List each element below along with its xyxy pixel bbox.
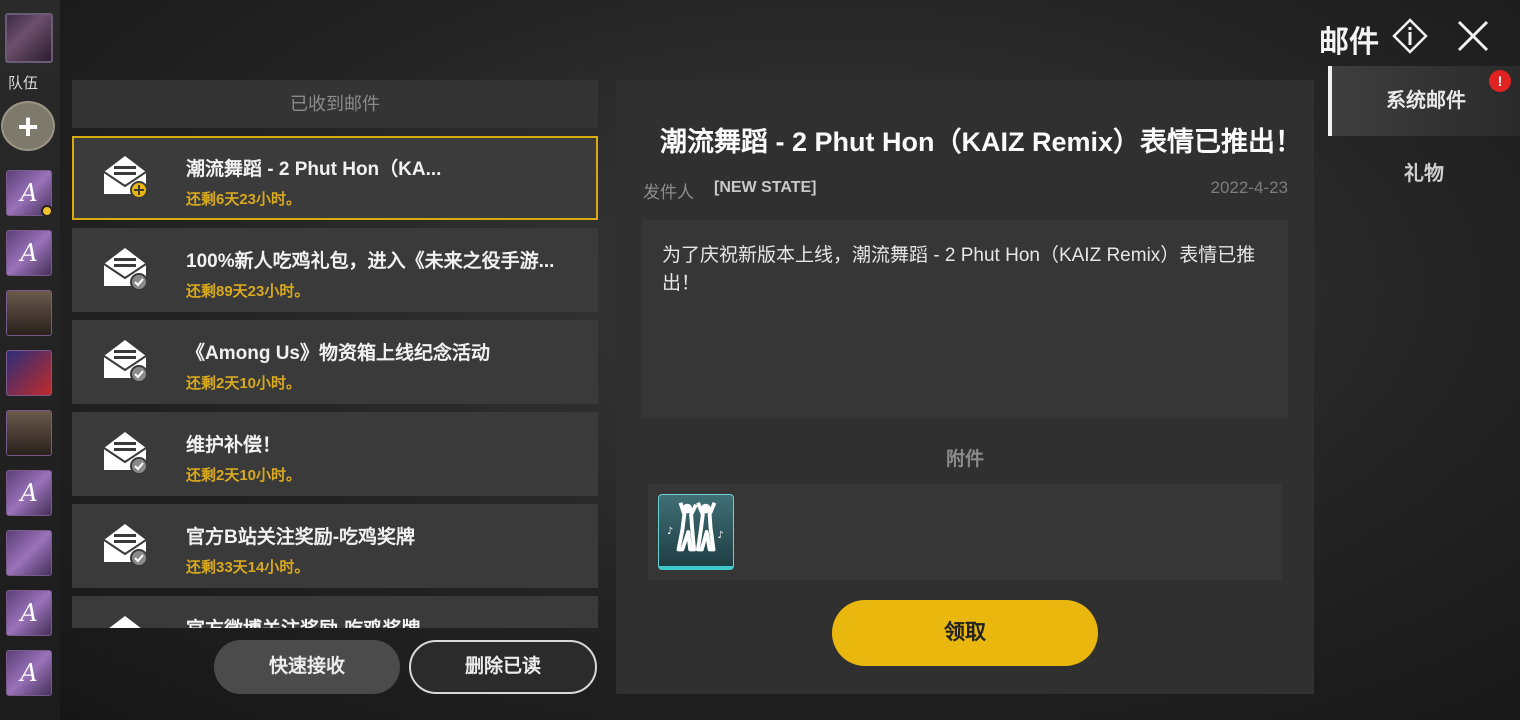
page-title: 邮件 bbox=[1319, 26, 1379, 59]
envelope-read-icon bbox=[103, 340, 148, 382]
mail-date: 2022-4-23 bbox=[1210, 178, 1288, 197]
sender-name: [NEW STATE] bbox=[714, 179, 817, 196]
mail-list-item[interactable]: 《Among Us》物资箱上线纪念活动 还剩2天10小时。 bbox=[72, 320, 598, 404]
alert-badge: ! bbox=[1489, 70, 1511, 92]
delete-read-button[interactable]: 删除已读 bbox=[409, 640, 597, 694]
attachment-item[interactable]: ♪ ♪ bbox=[658, 494, 734, 570]
add-teammate-button[interactable]: + bbox=[1, 101, 55, 151]
friend-avatar[interactable]: A bbox=[6, 590, 52, 636]
envelope-read-icon bbox=[103, 248, 148, 290]
mail-title: 维护补偿！ bbox=[186, 435, 282, 456]
envelope-new-icon bbox=[103, 156, 148, 198]
attachment-label: 附件 bbox=[945, 449, 984, 470]
mail-time-remaining: 还剩6天23小时。 bbox=[186, 191, 302, 208]
svg-text:♪: ♪ bbox=[667, 526, 673, 537]
friend-avatar[interactable]: A bbox=[6, 230, 52, 276]
friend-avatar[interactable]: A bbox=[6, 170, 53, 217]
claim-button[interactable]: 领取 bbox=[832, 600, 1098, 666]
close-icon[interactable] bbox=[1455, 18, 1491, 54]
mail-time-remaining: 还剩2天10小时。 bbox=[186, 375, 302, 392]
sender-label: 发件人 bbox=[643, 183, 694, 202]
attachment-box: ♪ ♪ bbox=[648, 484, 1282, 580]
mail-title: 100%新人吃鸡礼包，进入《未来之役手游... bbox=[186, 251, 555, 272]
mail-list-item[interactable]: 官方B站关注奖励-吃鸡奖牌 还剩33天14小时。 bbox=[72, 504, 598, 588]
mail-title: 潮流舞蹈 - 2 Phut Hon（KA... bbox=[186, 159, 442, 180]
friend-avatar[interactable] bbox=[6, 410, 52, 456]
mail-detail-panel: 潮流舞蹈 - 2 Phut Hon（KAIZ Remix）表情已推出！ 发件人 … bbox=[616, 80, 1314, 694]
envelope-read-icon bbox=[103, 432, 148, 474]
tab-gift[interactable]: 礼物 bbox=[1328, 139, 1520, 209]
friend-avatar[interactable] bbox=[6, 350, 52, 396]
friend-avatar[interactable] bbox=[6, 290, 52, 336]
team-label: 队伍 bbox=[8, 75, 39, 92]
online-status-dot bbox=[41, 205, 53, 217]
friend-avatar[interactable]: A bbox=[6, 650, 52, 696]
mail-list-item[interactable]: 维护补偿！ 还剩2天10小时。 bbox=[72, 412, 598, 496]
mail-list-item[interactable]: 官方微博关注奖励-吃鸡奖牌 bbox=[72, 596, 598, 628]
team-sidebar: 队伍 + A A A A A bbox=[0, 0, 60, 720]
quick-receive-button[interactable]: 快速接收 bbox=[214, 640, 400, 694]
friend-avatar[interactable]: A bbox=[6, 470, 52, 516]
mail-title: 《Among Us》物资箱上线纪念活动 bbox=[186, 343, 491, 364]
mail-time-remaining: 还剩33天14小时。 bbox=[186, 559, 310, 576]
mail-title: 官方B站关注奖励-吃鸡奖牌 bbox=[186, 527, 416, 548]
dance-emote-icon: ♪ ♪ bbox=[667, 502, 724, 552]
mail-list-item[interactable]: 100%新人吃鸡礼包，进入《未来之役手游... 还剩89天23小时。 bbox=[72, 228, 598, 312]
mail-list-header: 已收到邮件 bbox=[72, 80, 598, 128]
player-avatar[interactable] bbox=[5, 13, 53, 63]
mail-body-box: 为了庆祝新版本上线，潮流舞蹈 - 2 Phut Hon（KAIZ Remix）表… bbox=[642, 220, 1288, 418]
svg-text:♪: ♪ bbox=[717, 530, 723, 541]
mail-time-remaining: 还剩2天10小时。 bbox=[186, 467, 302, 484]
info-icon[interactable] bbox=[1392, 18, 1428, 54]
envelope-read-icon bbox=[109, 616, 141, 628]
mail-title: 官方微博关注奖励-吃鸡奖牌 bbox=[186, 614, 586, 628]
mail-body-text: 为了庆祝新版本上线，潮流舞蹈 - 2 Phut Hon（KAIZ Remix）表… bbox=[662, 245, 1256, 294]
friend-avatar[interactable] bbox=[6, 530, 52, 576]
envelope-read-icon bbox=[103, 524, 148, 566]
mail-list-panel: 已收到邮件 潮流舞蹈 - 2 Phut Hon（KA... 还剩6天23小时。 … bbox=[72, 80, 598, 628]
mail-list-item[interactable]: 潮流舞蹈 - 2 Phut Hon（KA... 还剩6天23小时。 bbox=[72, 136, 598, 220]
mail-detail-title: 潮流舞蹈 - 2 Phut Hon（KAIZ Remix）表情已推出！ bbox=[660, 127, 1303, 157]
mail-time-remaining: 还剩89天23小时。 bbox=[186, 283, 310, 300]
